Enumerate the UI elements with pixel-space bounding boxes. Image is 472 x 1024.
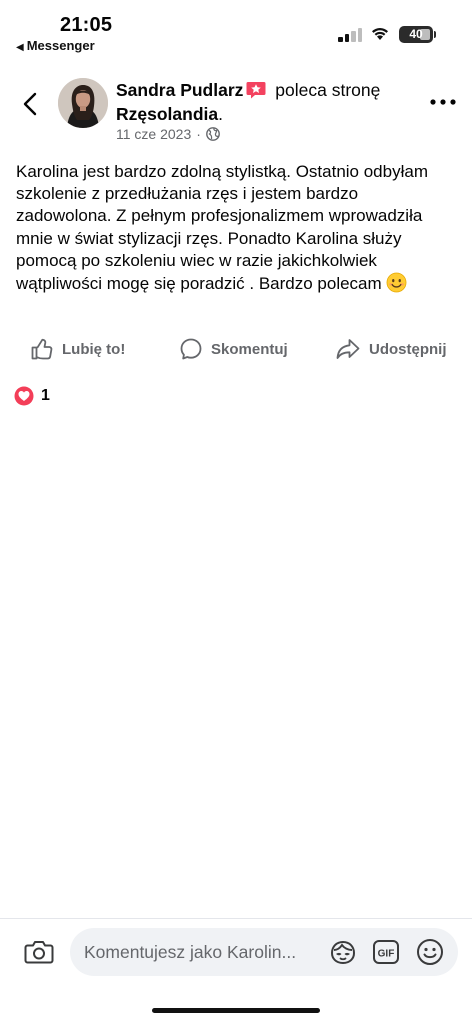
author-avatar[interactable] bbox=[58, 78, 108, 128]
share-arrow-icon bbox=[336, 339, 360, 359]
post-meta: 11 cze 2023 · bbox=[116, 126, 220, 142]
post-actions: Lubię to! Skomentuj Udostępnij bbox=[0, 334, 472, 364]
comment-input[interactable] bbox=[84, 928, 320, 976]
comment-label: Skomentuj bbox=[211, 340, 288, 358]
smiley-icon bbox=[417, 939, 443, 965]
love-reaction-icon bbox=[14, 386, 34, 406]
more-horizontal-icon bbox=[430, 99, 456, 105]
battery-percent: 40 bbox=[409, 27, 423, 41]
comment-button[interactable]: Skomentuj bbox=[179, 334, 288, 364]
post-text: Karolina jest bardzo zdolną stylistką. O… bbox=[16, 162, 428, 294]
recommendation-star-icon bbox=[246, 82, 266, 99]
like-label: Lubię to! bbox=[62, 340, 126, 358]
globe-icon bbox=[206, 127, 220, 141]
post-header: Sandra Pudlarz poleca stronę Rzęsolandia… bbox=[116, 78, 422, 126]
back-to-app-link[interactable]: ◀ Messenger bbox=[16, 38, 95, 53]
status-bar: 21:05 ◀ Messenger 40 bbox=[0, 0, 472, 56]
meta-separator: · bbox=[196, 126, 201, 142]
cellular-signal-icon bbox=[338, 28, 364, 42]
back-triangle-icon: ◀ bbox=[16, 42, 24, 53]
gif-label: GIF bbox=[378, 949, 395, 960]
battery-tip bbox=[434, 31, 436, 38]
recommends-text: poleca stronę bbox=[275, 80, 381, 100]
page-name-link[interactable]: Rzęsolandia bbox=[116, 104, 218, 124]
reactions-summary[interactable]: 1 bbox=[14, 386, 50, 406]
composer-divider bbox=[0, 918, 472, 919]
camera-button[interactable] bbox=[22, 936, 56, 968]
post-body: Karolina jest bardzo zdolną stylistką. O… bbox=[16, 161, 456, 295]
home-indicator bbox=[152, 1008, 320, 1013]
emoji-button[interactable] bbox=[416, 938, 444, 966]
share-label: Udostępnij bbox=[369, 340, 447, 358]
author-name[interactable]: Sandra Pudlarz bbox=[116, 80, 243, 100]
back-button[interactable] bbox=[16, 88, 44, 120]
chevron-left-icon bbox=[23, 92, 37, 116]
gif-button[interactable]: GIF bbox=[372, 938, 400, 966]
wifi-icon bbox=[372, 28, 388, 40]
more-options-button[interactable] bbox=[428, 92, 458, 112]
page-name-suffix: . bbox=[218, 104, 223, 124]
gif-icon: GIF bbox=[373, 940, 399, 964]
status-time: 21:05 bbox=[60, 14, 113, 36]
like-button[interactable]: Lubię to! bbox=[30, 334, 125, 364]
comment-bubble-icon bbox=[180, 338, 202, 360]
camera-icon bbox=[24, 941, 54, 964]
battery-indicator: 40 bbox=[399, 26, 433, 43]
back-app-label: Messenger bbox=[26, 38, 95, 53]
avatar-sticker-icon bbox=[330, 940, 356, 965]
share-button[interactable]: Udostępnij bbox=[335, 334, 447, 364]
comment-composer: GIF bbox=[70, 928, 458, 976]
avatar-sticker-button[interactable] bbox=[329, 938, 357, 966]
reaction-count: 1 bbox=[41, 387, 50, 404]
avatar-image bbox=[58, 78, 108, 128]
post-date[interactable]: 11 cze 2023 bbox=[116, 126, 191, 142]
thumbs-up-icon bbox=[31, 338, 53, 360]
smiling-face-emoji-icon bbox=[386, 272, 407, 293]
